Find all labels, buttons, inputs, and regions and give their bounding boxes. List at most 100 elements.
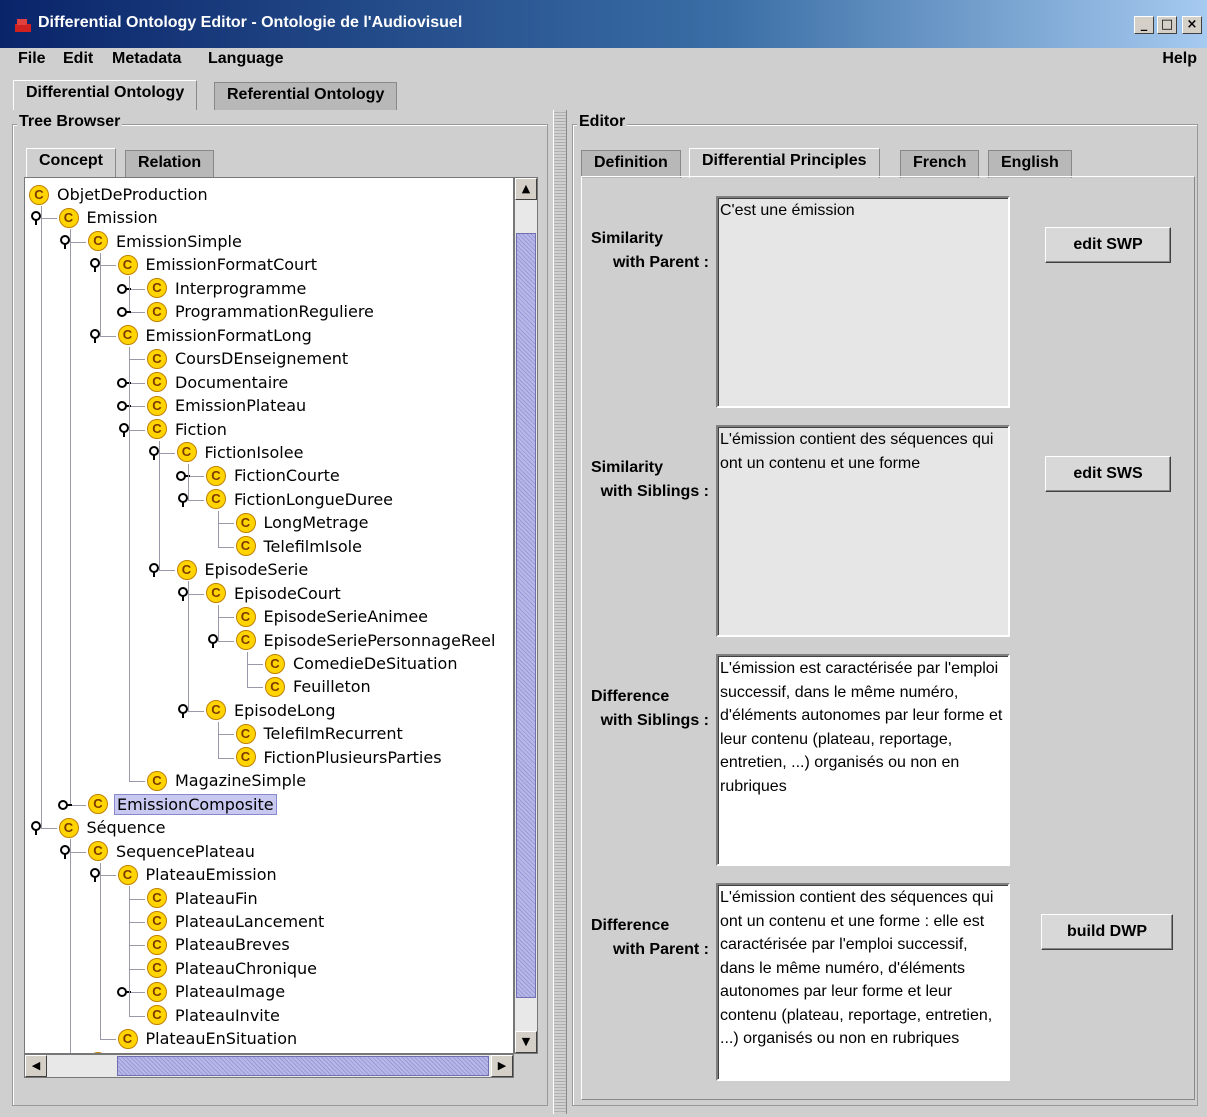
scroll-down-icon[interactable]: ▼	[515, 1031, 537, 1053]
scroll-up-icon[interactable]: ▲	[515, 178, 537, 200]
tree-node[interactable]: C Emission	[30, 207, 160, 229]
tree-node[interactable]: C PlateauBreves	[147, 934, 292, 956]
tree-horizontal-scrollbar[interactable]: ◀ ▶	[24, 1054, 514, 1078]
tree-node[interactable]: C FictionCourte	[176, 465, 342, 487]
tree-node[interactable]: C EmissionPlateau	[117, 395, 308, 417]
tree-node[interactable]: C MagazineSimple	[147, 770, 308, 792]
tree-node[interactable]: C Interprogramme	[117, 278, 308, 300]
scroll-left-icon[interactable]: ◀	[25, 1055, 47, 1077]
tab-definition[interactable]: Definition	[581, 150, 681, 178]
concept-icon: C	[117, 1028, 138, 1049]
tree-node[interactable]: C PlateauChronique	[147, 958, 319, 980]
tree-node[interactable]: C Fiction	[119, 419, 229, 441]
tree-node-label: TelefilmRecurrent	[263, 724, 403, 744]
concept-icon: C	[147, 934, 167, 955]
tree-connector	[217, 546, 234, 548]
concept-icon: C	[29, 184, 49, 205]
menu-edit[interactable]: Edit	[63, 50, 93, 68]
tree-node[interactable]: C Documentaire	[117, 372, 290, 394]
tree-node[interactable]: C EpisodeSeriePersonnageReel	[207, 630, 498, 652]
tree-node-label: LongMetrage	[263, 513, 369, 533]
sws-text[interactable]: L'émission contient des séquences qui on…	[716, 425, 1010, 637]
tab-concept[interactable]: Concept	[26, 148, 116, 178]
tree-node[interactable]: C PlateauInvite	[147, 1005, 282, 1027]
tree-node[interactable]: C PlateauImage	[117, 981, 287, 1003]
scroll-right-icon[interactable]: ▶	[491, 1055, 513, 1077]
tab-differential-ontology[interactable]: Differential Ontology	[13, 80, 198, 110]
tree-node[interactable]: C EmissionFormatCourt	[89, 254, 320, 276]
tree-node[interactable]: C TelefilmRecurrent	[235, 723, 405, 745]
collapsed-handle-icon[interactable]	[57, 797, 73, 813]
tree-node[interactable]: C PlateauFin	[147, 888, 260, 910]
tree-vertical-scrollbar[interactable]: ▲ ▼	[514, 177, 538, 1054]
expanded-handle-icon[interactable]	[175, 703, 191, 719]
tree-node[interactable]: C EpisodeCourt	[178, 583, 343, 605]
concept-icon: C	[58, 207, 79, 228]
tree-node[interactable]: C LongMetrage	[235, 512, 371, 534]
tree-node[interactable]: C PlateauLancement	[147, 911, 326, 933]
tree-node[interactable]: C ObjetDeProduction	[29, 184, 210, 206]
tree-node[interactable]: C EmissionFormatLong	[89, 325, 314, 347]
tree-node[interactable]: C FictionPlusieursParties	[235, 747, 444, 769]
concept-icon: C	[147, 395, 167, 416]
tree-node[interactable]: C SequencePlateau	[60, 841, 257, 863]
tree-node[interactable]: C TelefilmIsole	[235, 536, 364, 558]
tree-node[interactable]: C EmissionComposite	[58, 793, 277, 816]
edit-swp-button[interactable]: edit SWP	[1045, 227, 1171, 263]
tree-node[interactable]: C FictionIsolee	[148, 442, 306, 464]
expanded-handle-icon[interactable]	[28, 820, 44, 836]
tab-french[interactable]: French	[900, 150, 980, 178]
menu-file[interactable]: File	[18, 50, 46, 68]
minimize-button[interactable]: _	[1134, 16, 1154, 34]
tree-node[interactable]: C EmissionSimple	[60, 231, 244, 253]
edit-sws-button[interactable]: edit SWS	[1045, 456, 1171, 492]
pane-splitter[interactable]	[553, 110, 567, 1114]
concept-icon: C	[206, 489, 226, 510]
window-title: Differential Ontology Editor - Ontologie…	[38, 14, 463, 31]
tree-node[interactable]: C CoursDEnseignement	[147, 348, 350, 370]
tree-node-label: Interprogramme	[175, 278, 307, 298]
horizontal-scroll-thumb[interactable]	[117, 1056, 489, 1076]
dws-label-line2: with Siblings :	[600, 712, 709, 729]
expanded-handle-icon[interactable]	[87, 328, 103, 344]
tab-referential-ontology[interactable]: Referential Ontology	[214, 82, 398, 110]
tree-node[interactable]: C EpisodeLong	[178, 700, 338, 722]
swp-text[interactable]: C'est une émission	[716, 196, 1010, 408]
maximize-button[interactable]: □	[1157, 16, 1177, 34]
tree-node[interactable]: C EpisodeSerie	[148, 559, 311, 581]
build-dwp-button[interactable]: build DWP	[1041, 914, 1173, 950]
vertical-scroll-thumb[interactable]	[516, 233, 536, 998]
tree-node[interactable]: C PlateauEnSituation	[117, 1028, 300, 1050]
tree-node[interactable]: C PlateauEmission	[89, 864, 279, 886]
menu-metadata[interactable]: Metadata	[112, 50, 181, 68]
tree-node[interactable]: C ComedieDeSituation	[265, 653, 459, 675]
collapsed-handle-icon[interactable]	[116, 304, 132, 320]
tab-differential-principles[interactable]: Differential Principles	[689, 148, 880, 178]
tree-node-label: SequencePlateau	[116, 841, 255, 861]
tree-node-label: PlateauInvite	[175, 1005, 280, 1025]
tree-node-label: PlateauImage	[175, 982, 286, 1002]
tab-relation[interactable]: Relation	[125, 150, 215, 178]
tree-node[interactable]: C Séquence	[30, 817, 168, 839]
concept-tree[interactable]: C ObjetDeProduction C Emission C EmissionSimp…	[24, 177, 514, 1054]
tree-node-label: Feuilleton	[293, 677, 371, 697]
dwp-text[interactable]: L'émission contient des séquences qui on…	[716, 883, 1010, 1081]
concept-icon: C	[176, 442, 197, 463]
concept-icon: C	[147, 278, 167, 299]
tree-node[interactable]: C EpisodeSerieAnimee	[235, 606, 431, 628]
tree-connector	[129, 886, 130, 1016]
menu-language[interactable]: Language	[208, 50, 284, 68]
concept-icon: C	[117, 325, 138, 346]
dws-text[interactable]: L'émission est caractérisée par l'emploi…	[716, 654, 1010, 866]
tab-english[interactable]: English	[988, 150, 1072, 178]
expanded-handle-icon[interactable]	[205, 633, 221, 649]
tree-node[interactable]: C ProgrammationReguliere	[117, 301, 376, 323]
tree-node-label: FictionIsolee	[204, 442, 304, 462]
tree-node[interactable]: C Feuilleton	[265, 676, 373, 698]
concept-icon: C	[235, 723, 256, 744]
expanded-handle-icon[interactable]	[146, 562, 162, 578]
menu-help[interactable]: Help	[1162, 50, 1197, 68]
close-button[interactable]: ×	[1182, 16, 1202, 34]
expanded-handle-icon[interactable]	[175, 492, 191, 508]
tree-node[interactable]: C FictionLongueDuree	[178, 489, 395, 511]
